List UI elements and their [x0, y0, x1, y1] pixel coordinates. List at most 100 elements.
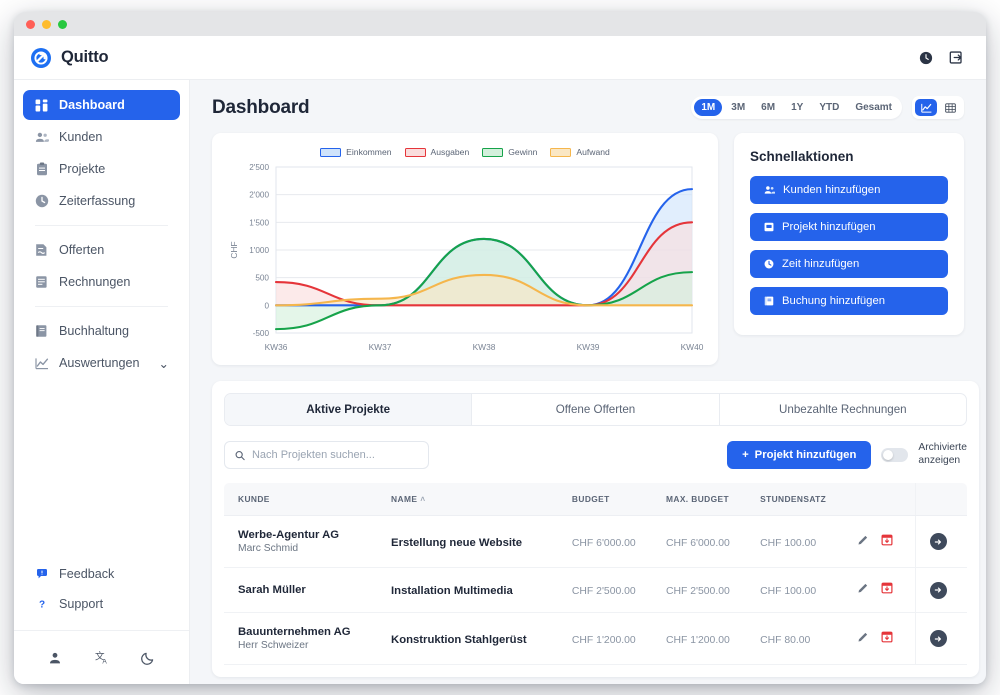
column-budget[interactable]: BUDGET	[558, 483, 652, 516]
sidebar-item-projekte[interactable]: Projekte	[23, 154, 180, 184]
period-1y[interactable]: 1Y	[784, 99, 810, 116]
add-project-button[interactable]: + Projekt hinzufügen	[727, 441, 871, 469]
button-label: Buchung hinzufügen	[782, 295, 885, 307]
logout-icon[interactable]	[949, 50, 964, 65]
window-maximize-dot[interactable]	[58, 20, 67, 29]
archive-icon[interactable]	[881, 581, 893, 599]
clock-icon	[764, 259, 774, 269]
add-customer-button[interactable]: Kunden hinzufügen	[750, 176, 948, 204]
sidebar-divider-1	[35, 225, 168, 226]
sidebar-item-label: Auswertungen	[59, 356, 140, 370]
y-tick-label: 2'000	[249, 191, 269, 200]
legend-item-gewinn[interactable]: Gewinn	[482, 147, 537, 157]
cell-budget: CHF 2'500.00	[558, 568, 652, 613]
column-kunde[interactable]: KUNDE	[224, 483, 377, 516]
sidebar-item-auswertungen[interactable]: Auswertungen ⌄	[23, 348, 180, 378]
sidebar-item-zeiterfassung[interactable]: Zeiterfassung	[23, 186, 180, 216]
tab-offene-offerten[interactable]: Offene Offerten	[472, 394, 719, 425]
period-3m[interactable]: 3M	[724, 99, 752, 116]
search-box[interactable]	[224, 441, 429, 469]
app-body: Dashboard Kunden	[14, 80, 986, 684]
edit-pencil-icon[interactable]	[857, 581, 869, 599]
sidebar-item-dashboard[interactable]: Dashboard	[23, 90, 180, 120]
chart-view-icon[interactable]	[915, 99, 937, 116]
table-row[interactable]: Sarah MüllerInstallation MultimediaCHF 2…	[224, 568, 967, 613]
clipboard-icon	[34, 162, 49, 176]
table-row[interactable]: Bauunternehmen AGHerr SchweizerKonstrukt…	[224, 613, 967, 665]
period-ytd[interactable]: YTD	[812, 99, 846, 116]
column-stundensatz[interactable]: STUNDENSATZ	[746, 483, 843, 516]
column-name[interactable]: NAME˄	[377, 483, 558, 516]
y-tick-label: 2'500	[249, 163, 269, 172]
legend-item-aufwand[interactable]: Aufwand	[550, 147, 609, 157]
window-minimize-dot[interactable]	[42, 20, 51, 29]
legend-item-einkommen[interactable]: Einkommen	[320, 147, 391, 157]
edit-pencil-icon[interactable]	[857, 630, 869, 648]
book-icon	[34, 324, 49, 338]
sidebar-spacer	[14, 380, 189, 560]
column-max-budget[interactable]: MAX. BUDGET	[652, 483, 746, 516]
header-controls: 1M 3M 6M 1Y YTD Gesamt	[691, 96, 964, 119]
sidebar-item-label: Kunden	[59, 130, 102, 144]
open-arrow-icon[interactable]	[930, 630, 947, 647]
add-booking-button[interactable]: Buchung hinzufügen	[750, 287, 948, 315]
tab-unbezahlte-rechnungen[interactable]: Unbezahlte Rechnungen	[720, 394, 966, 425]
clock-icon[interactable]	[919, 51, 933, 65]
table-header-row: KUNDE NAME˄ BUDGET MAX. BUDGET STUNDENSA…	[224, 483, 967, 516]
cell-stundensatz: CHF 100.00	[746, 568, 843, 613]
table-row[interactable]: Werbe-Agentur AGMarc Schmid Erstellung ne…	[224, 516, 967, 568]
period-1m[interactable]: 1M	[694, 99, 722, 116]
chart-plot: -50005001'0001'5002'0002'500CHFKW36KW37K…	[224, 161, 706, 357]
show-archived-label: Archivierte anzeigen	[918, 442, 967, 468]
open-arrow-icon[interactable]	[930, 582, 947, 599]
max-budget-value: CHF 1'200.00	[666, 635, 730, 646]
legend-item-ausgaben[interactable]: Ausgaben	[405, 147, 470, 157]
brand-logo[interactable]: Quitto	[30, 47, 108, 69]
client-contact: Marc Schmid	[238, 543, 377, 554]
cell-kunde: Sarah Müller	[224, 568, 377, 613]
translate-icon[interactable]: 文 A	[94, 650, 109, 665]
x-tick-label: KW40	[681, 342, 704, 352]
archive-icon[interactable]	[881, 533, 893, 551]
add-time-button[interactable]: Zeit hinzufügen	[750, 250, 948, 278]
cell-actions	[843, 613, 915, 665]
sidebar-item-rechnungen[interactable]: Rechnungen	[23, 267, 180, 297]
sidebar-item-label: Feedback	[59, 567, 114, 581]
edit-pencil-icon[interactable]	[857, 533, 869, 551]
cell-kunde: Werbe-Agentur AGMarc Schmid	[224, 516, 377, 568]
legend-label: Gewinn	[508, 147, 537, 157]
sidebar-item-kunden[interactable]: Kunden	[23, 122, 180, 152]
search-input[interactable]	[252, 449, 418, 461]
open-arrow-icon[interactable]	[930, 533, 947, 550]
legend-label: Aufwand	[576, 147, 609, 157]
window-close-dot[interactable]	[26, 20, 35, 29]
sidebar-item-buchhaltung[interactable]: Buchhaltung	[23, 316, 180, 346]
x-tick-label: KW39	[577, 342, 600, 352]
app-window: Quitto	[14, 12, 986, 684]
legend-swatch	[320, 148, 341, 157]
dark-mode-moon-icon[interactable]	[141, 651, 155, 665]
add-project-button[interactable]: Projekt hinzufügen	[750, 213, 948, 241]
main-content: Dashboard 1M 3M 6M 1Y YTD Gesamt	[190, 80, 986, 684]
sidebar-item-support[interactable]: ? Support	[23, 590, 180, 618]
period-gesamt[interactable]: Gesamt	[848, 99, 899, 116]
period-6m[interactable]: 6M	[754, 99, 782, 116]
show-archived-toggle[interactable]	[881, 448, 908, 462]
page-title: Dashboard	[212, 97, 309, 119]
sidebar-item-feedback[interactable]: Feedback	[23, 560, 180, 588]
table-body: Werbe-Agentur AGMarc Schmid Erstellung ne…	[224, 516, 967, 665]
chevron-down-icon[interactable]: ⌄	[158, 356, 169, 371]
table-view-icon[interactable]	[939, 99, 961, 116]
user-icon[interactable]	[48, 651, 62, 665]
project-name: Erstellung neue Website	[391, 537, 522, 549]
button-label: Zeit hinzufügen	[782, 258, 859, 270]
chart-line-icon	[34, 357, 49, 370]
sidebar: Dashboard Kunden	[14, 80, 190, 684]
archive-icon[interactable]	[881, 630, 893, 648]
period-filter-group: 1M 3M 6M 1Y YTD Gesamt	[691, 96, 902, 119]
toggle-label-line2: anzeigen	[918, 455, 967, 468]
legend-swatch	[405, 148, 426, 157]
sidebar-item-offerten[interactable]: Offerten	[23, 235, 180, 265]
tab-aktive-projekte[interactable]: Aktive Projekte	[225, 394, 472, 425]
cell-name: Erstellung neue Website	[377, 516, 558, 568]
